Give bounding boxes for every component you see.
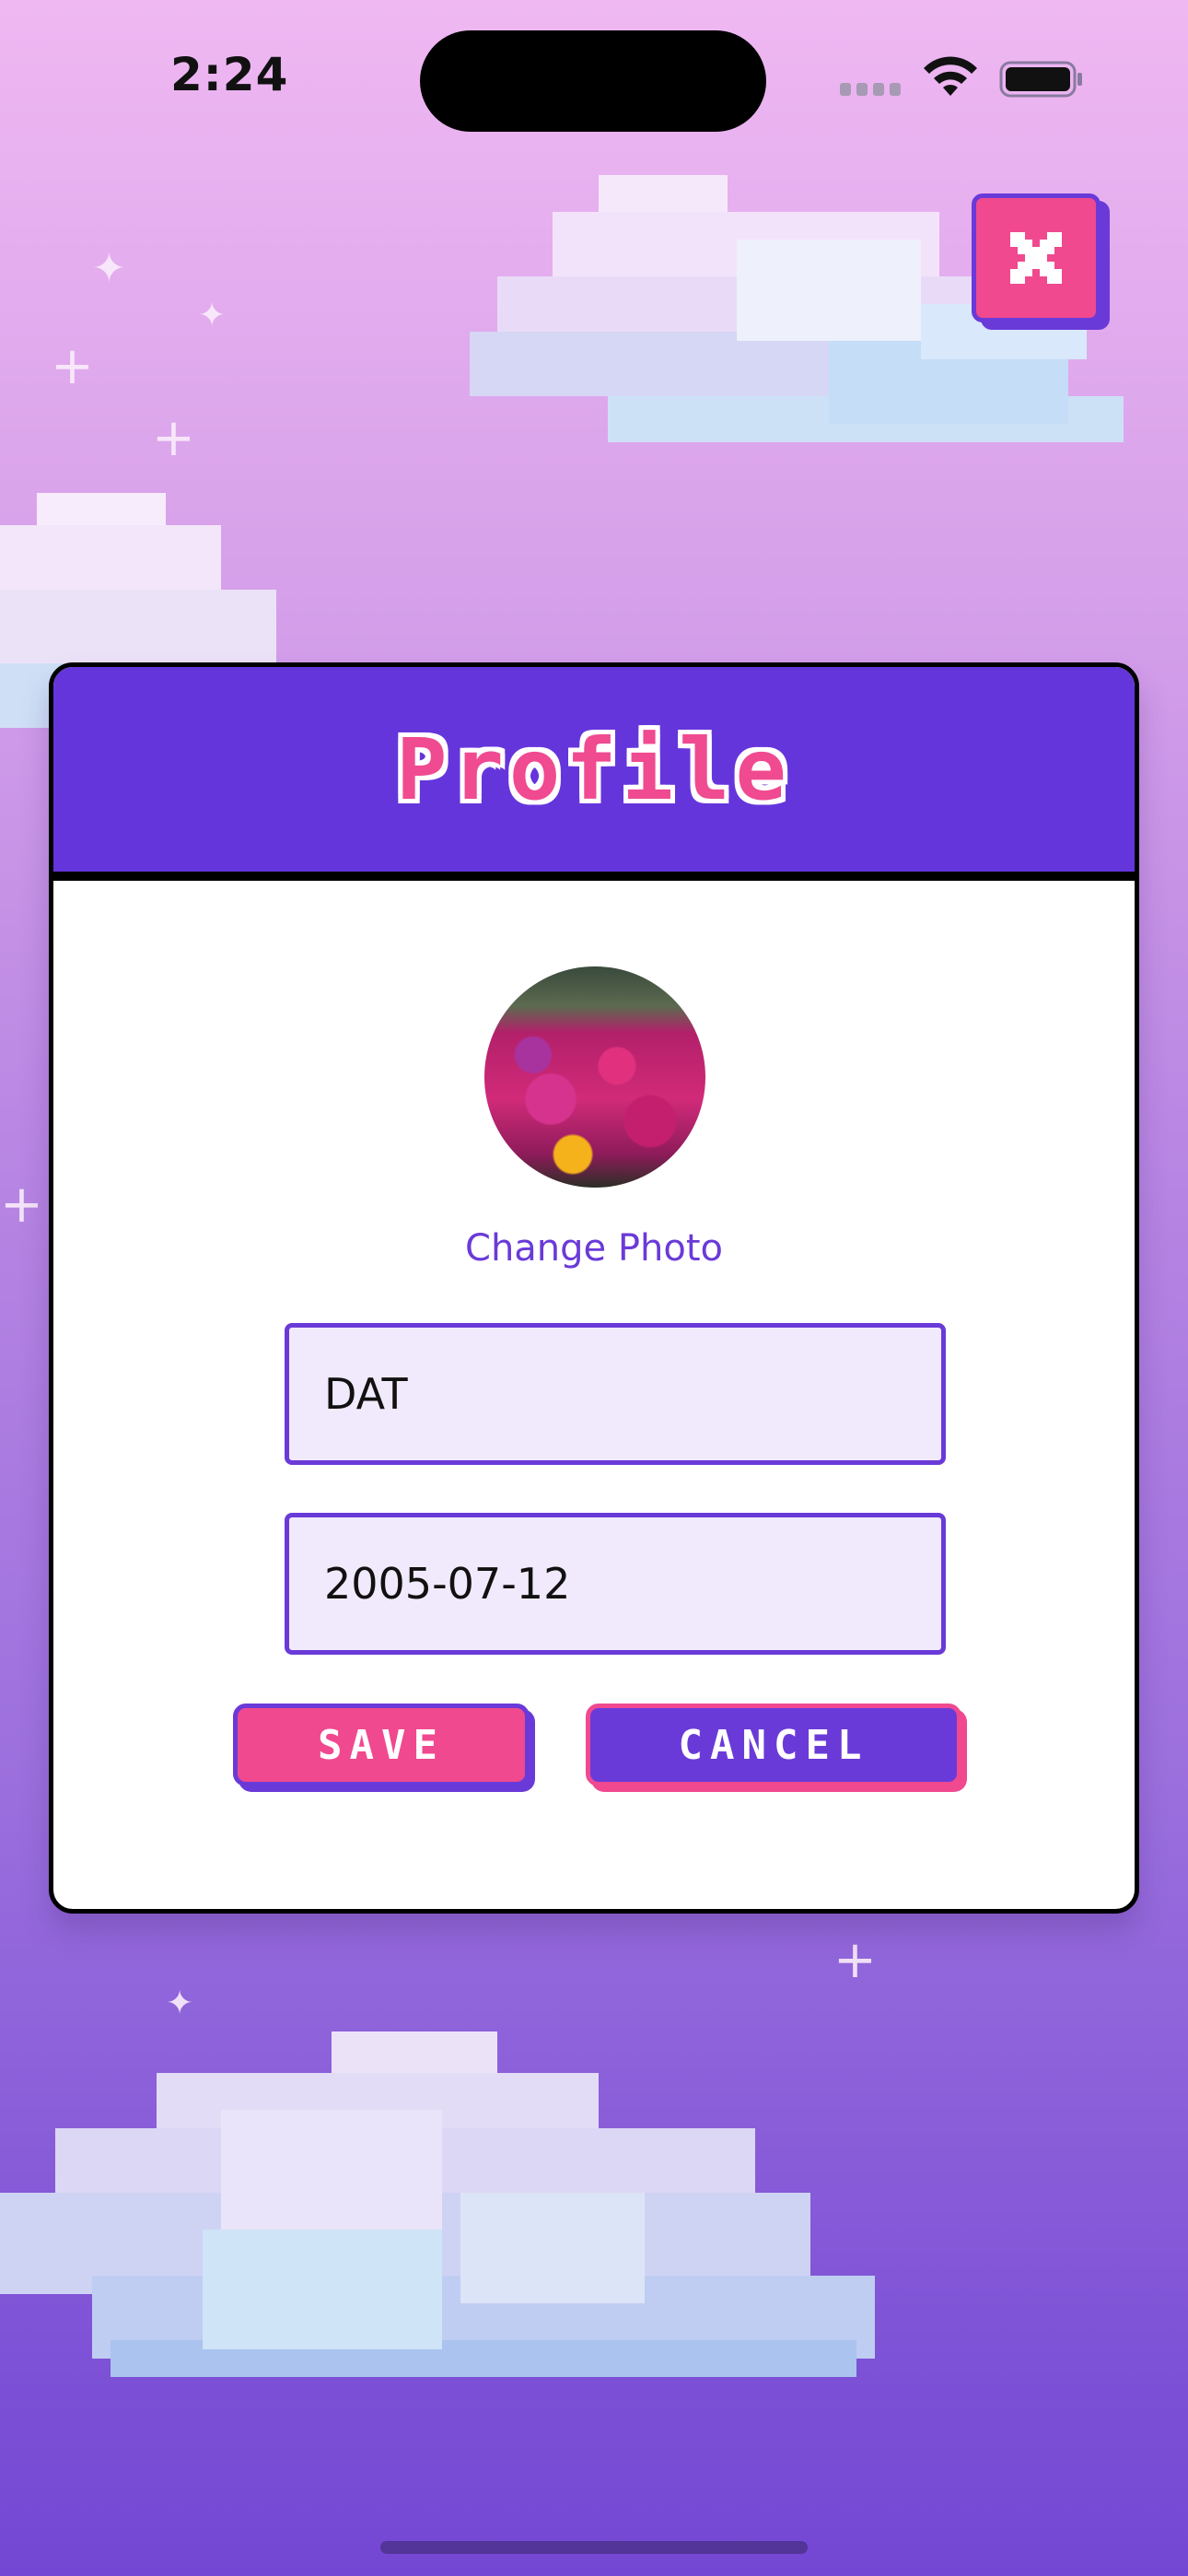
close-button[interactable] — [972, 193, 1101, 322]
sparkle-icon: + — [833, 1930, 877, 1990]
profile-modal: Profile Change Photo SAVE CANCEL — [49, 662, 1139, 1914]
home-indicator — [380, 2541, 808, 2554]
avatar[interactable] — [484, 966, 705, 1188]
name-field-container — [285, 1323, 946, 1465]
modal-title: Profile — [396, 720, 792, 819]
sparkle-icon: + — [51, 336, 94, 396]
close-icon — [1010, 232, 1062, 284]
sparkle-icon: + — [152, 408, 195, 468]
name-input[interactable] — [289, 1328, 941, 1460]
birthdate-input[interactable] — [289, 1517, 941, 1650]
save-button[interactable]: SAVE — [233, 1704, 530, 1786]
cancel-button[interactable]: CANCEL — [586, 1704, 961, 1786]
modal-header: Profile — [53, 667, 1135, 881]
sparkle-icon: ✦ — [166, 1985, 194, 2022]
sparkle-icon: ✦ — [198, 297, 227, 334]
sparkle-icon: ✦ — [92, 245, 126, 292]
change-photo-link[interactable]: Change Photo — [53, 1227, 1135, 1270]
sparkle-icon: + — [0, 1175, 43, 1235]
birthdate-field-container — [285, 1513, 946, 1655]
